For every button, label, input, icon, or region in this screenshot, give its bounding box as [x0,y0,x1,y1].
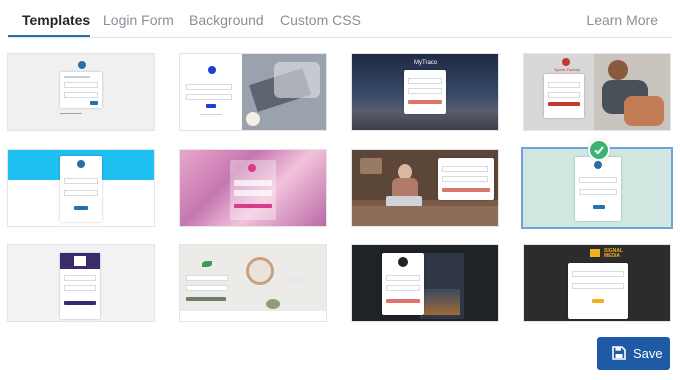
save-button[interactable]: Save [597,337,670,370]
brand-logo-icon [562,58,570,66]
tab-background[interactable]: Background [189,12,264,28]
login-card [60,72,102,108]
tab-login-form[interactable]: Login Form [103,12,174,28]
selected-checkmark-icon [588,139,610,161]
wordpress-icon [78,61,86,69]
login-card [230,160,276,220]
tab-custom-css[interactable]: Custom CSS [280,12,361,28]
login-card [568,263,628,319]
brand-label: SIGNAL MEDIA [604,248,623,259]
login-card [544,74,584,118]
login-card [60,253,100,319]
template-thumb-10[interactable] [179,244,327,322]
template-thumb-6[interactable] [179,149,327,227]
learn-more-link[interactable]: Learn More [586,12,658,28]
template-thumb-4[interactable]: Sports Factory [523,53,671,131]
login-card [438,158,494,200]
template-thumb-11[interactable] [351,244,499,322]
template-thumb-12[interactable]: SIGNAL MEDIA [523,244,671,322]
template-thumb-2[interactable] [179,53,327,131]
tab-divider [8,37,672,38]
template-thumb-9[interactable] [7,244,155,322]
save-button-label: Save [633,346,663,361]
brand-label: Sports Factory [554,67,581,72]
floppy-disk-icon [612,346,626,365]
template-thumb-3[interactable]: MyTraco [351,53,499,131]
template-thumb-5[interactable] [7,149,155,227]
login-card [60,156,102,222]
login-card [575,157,621,221]
template-thumb-7[interactable] [351,149,499,227]
brand-logo-icon [590,249,600,257]
login-card [404,70,446,114]
template-thumb-1[interactable] [7,53,155,131]
brand-label: MyTraco [414,60,438,66]
tab-bar: Templates Login Form Background Custom C… [0,0,680,40]
login-card [382,253,424,315]
tab-templates[interactable]: Templates [22,12,90,28]
